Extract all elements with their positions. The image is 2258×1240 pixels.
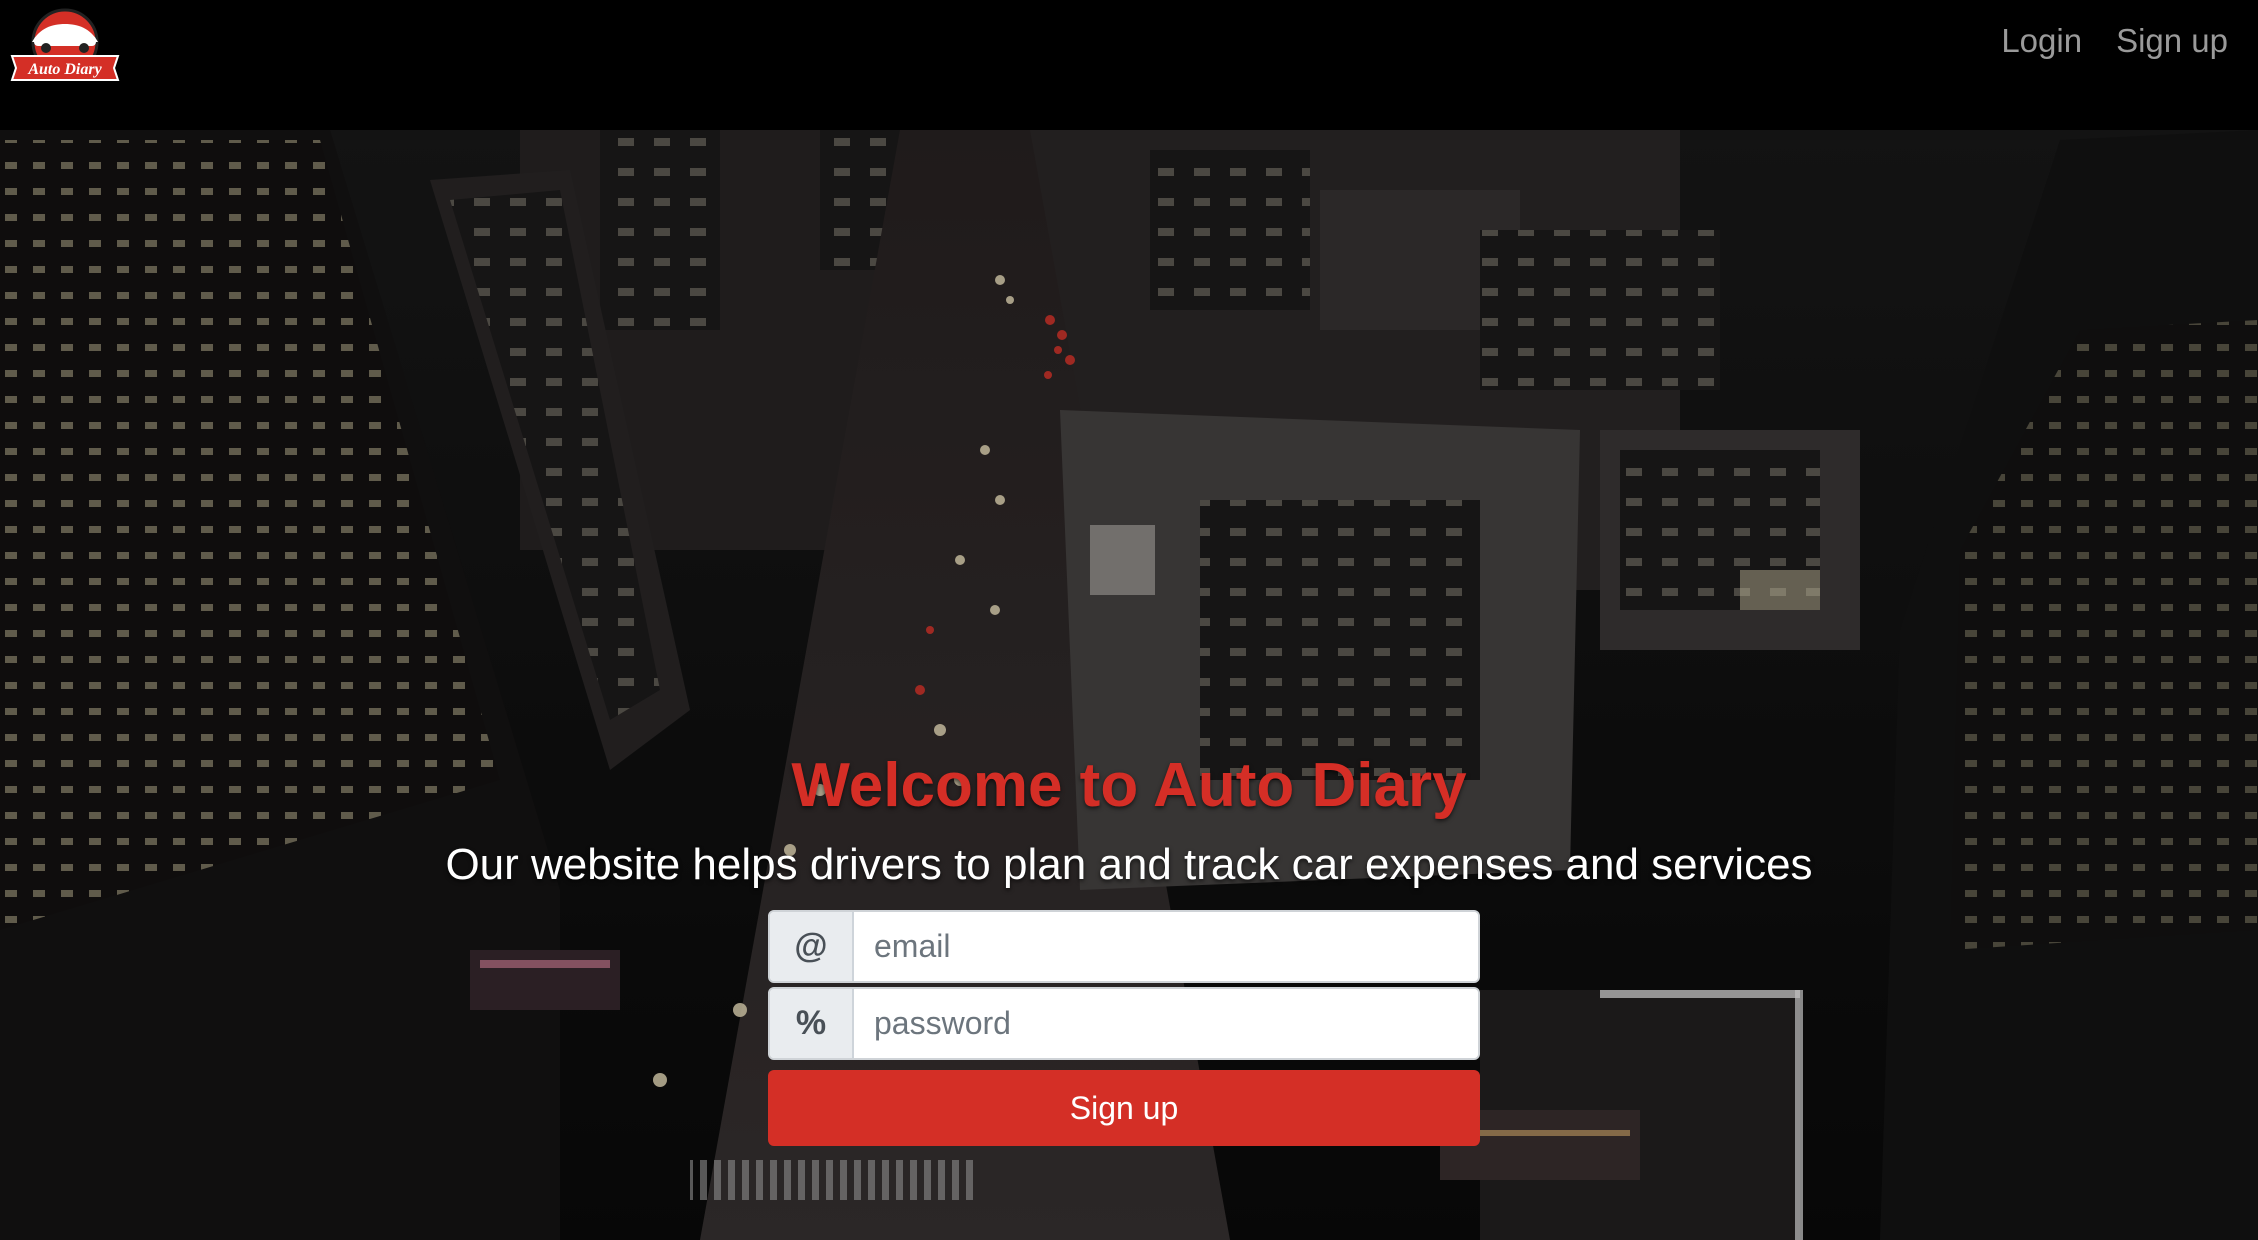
email-field[interactable] <box>854 912 1478 981</box>
hero-section: Welcome to Auto Diary Our website helps … <box>0 130 2258 1240</box>
login-link[interactable]: Login <box>2001 22 2082 60</box>
password-input-group: % <box>768 987 1480 1060</box>
hero-title: Welcome to Auto Diary <box>791 751 1467 820</box>
logo-text: Auto Diary <box>27 61 102 78</box>
signup-submit-button[interactable]: Sign up <box>768 1070 1480 1146</box>
email-input-group: @ <box>768 910 1480 983</box>
password-field[interactable] <box>854 989 1478 1058</box>
signup-form: @ % Sign up <box>768 910 1480 1146</box>
percent-icon: % <box>770 989 854 1058</box>
at-sign-icon: @ <box>770 912 854 981</box>
navbar: Auto Diary Login Sign up <box>0 0 2258 130</box>
hero-subtitle: Our website helps drivers to plan and tr… <box>445 840 1813 889</box>
auto-diary-logo[interactable]: Auto Diary <box>10 6 120 84</box>
nav-links: Login Sign up <box>2001 22 2228 60</box>
signup-link[interactable]: Sign up <box>2116 22 2228 60</box>
